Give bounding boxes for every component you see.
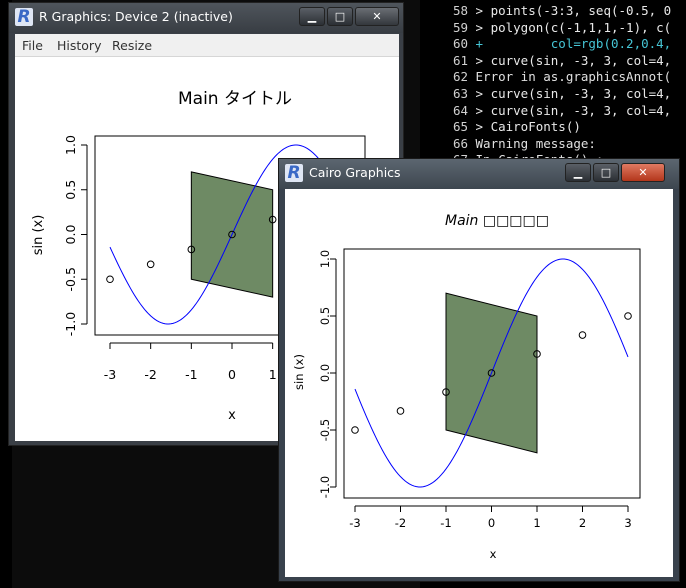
console-line: 62 Error in as.graphicsAnnot(	[420, 69, 686, 85]
r-logo-icon: R	[15, 8, 33, 26]
x-tick-label: 3	[624, 516, 631, 530]
console-line: 65 > CairoFonts()	[420, 119, 686, 135]
maximize-icon: □	[600, 166, 612, 179]
y-tick-label: 0.0	[63, 225, 78, 245]
x-tick-label: -3	[349, 516, 360, 530]
line-number: 60	[452, 36, 468, 52]
sin-curve	[354, 258, 629, 488]
minimize-button[interactable]: ▁	[299, 7, 325, 26]
line-number: 58	[452, 3, 468, 18]
window-titlebar[interactable]: R R Graphics: Device 2 (inactive) ▁ □ ✕	[9, 3, 403, 33]
close-button[interactable]: ✕	[621, 163, 665, 182]
window-title: Cairo Graphics	[309, 165, 401, 180]
chart-title: Main □□□□□	[445, 213, 549, 229]
y-tick-label: -1.0	[63, 312, 78, 336]
console-line: 64 > curve(sin, -3, 3, col=4,	[420, 103, 686, 119]
sin-chart-2: -3 -2 -1 0 1 2 3 -1.0 -0.5 0.0 0.5 1.0 Main □□□□□ x si…	[292, 213, 641, 561]
line-number: 61	[452, 52, 468, 68]
maximize-icon: □	[334, 10, 346, 23]
data-point	[396, 407, 405, 415]
y-tick-label: 0.0	[318, 364, 332, 382]
x-tick-label: -1	[185, 367, 197, 382]
y-axis-label: sin (x)	[292, 354, 306, 390]
x-tick-label: 1	[533, 516, 540, 530]
data-point	[351, 426, 359, 434]
y-tick-label: -0.5	[63, 267, 78, 291]
y-tick-label: 0.5	[63, 180, 78, 200]
data-point	[146, 260, 155, 269]
y-tick-label: 1.0	[318, 250, 332, 268]
window-titlebar[interactable]: R Cairo Graphics ▁ □ ✕	[279, 159, 679, 189]
y-tick-label: 1.0	[63, 135, 78, 155]
r-logo-icon: R	[285, 164, 303, 182]
line-number: 65	[452, 119, 468, 135]
x-tick-label: -1	[440, 516, 451, 530]
console-text: > curve(sin, -3, 3, col=4,	[468, 102, 672, 118]
console-line: 60 + col=rgb(0.2,0.4,	[420, 36, 686, 52]
x-axis-label: x	[490, 547, 497, 561]
data-point	[624, 312, 632, 320]
y-tick-label: -1.0	[318, 476, 332, 498]
console-text: + col=rgb(0.2,0.4,	[468, 36, 672, 52]
console-line: 66 Warning message:	[420, 136, 686, 152]
console-line: 63 > curve(sin, -3, 3, col=4,	[420, 86, 686, 102]
console-text: > curve(sin, -3, 3, col=4,	[468, 86, 672, 101]
chart-title: Main タイトル	[178, 89, 292, 109]
y-tick-label: 0.5	[318, 307, 332, 325]
line-number: 64	[452, 102, 468, 118]
plot-area: -3 -2 -1 0 1 2 3 -1.0 -0.5 0.0 0.5 1.0 Main □□□□□ x si…	[285, 189, 673, 577]
close-button[interactable]: ✕	[355, 7, 399, 26]
x-tick-label: 1	[269, 367, 277, 382]
close-icon: ✕	[638, 166, 648, 179]
minimize-icon: ▁	[573, 166, 583, 179]
x-axis-label: x	[228, 408, 236, 423]
console-line: 58 > points(-3:3, seq(-0.5, 0	[420, 3, 686, 19]
data-point	[578, 331, 587, 339]
menu-file[interactable]: File	[22, 38, 43, 53]
maximize-button[interactable]: □	[327, 7, 353, 26]
menu-bar: File History Resize	[15, 34, 399, 57]
x-tick-label: -3	[104, 367, 116, 382]
console-line: 59 > polygon(c(-1,1,1,-1), c(	[420, 20, 686, 36]
y-axis-label: sin (x)	[31, 215, 46, 256]
cairo-graphics-window[interactable]: R Cairo Graphics ▁ □ ✕ -3 -2 -1 0 1 2 3 -1.0 -0.…	[278, 158, 680, 582]
y-tick-label: -0.5	[318, 419, 332, 441]
maximize-button[interactable]: □	[593, 163, 619, 182]
x-tick-label: -2	[395, 516, 406, 530]
console-text: Error in as.graphicsAnnot(	[468, 69, 672, 85]
console-text: > polygon(c(-1,1,1,-1), c(	[468, 19, 672, 35]
line-number: 59	[452, 19, 468, 35]
console-text: > curve(sin, -3, 3, col=4,	[468, 52, 672, 68]
console-text: Warning message:	[468, 135, 596, 151]
minimize-icon: ▁	[307, 10, 317, 23]
x-tick-label: 0	[488, 516, 495, 530]
x-tick-label: -2	[144, 367, 156, 382]
close-icon: ✕	[372, 10, 382, 23]
data-point	[106, 275, 114, 284]
window-title: R Graphics: Device 2 (inactive)	[39, 9, 233, 24]
line-number: 63	[452, 86, 468, 101]
line-number: 62	[452, 69, 468, 85]
menu-history[interactable]: History	[57, 38, 101, 53]
console-line: 61 > curve(sin, -3, 3, col=4,	[420, 53, 686, 69]
line-number: 66	[452, 135, 468, 151]
x-tick-label: 2	[579, 516, 586, 530]
minimize-button[interactable]: ▁	[565, 163, 591, 182]
console-text: > CairoFonts()	[468, 119, 581, 135]
console-text: > points(-3:3, seq(-0.5, 0	[468, 3, 672, 18]
menu-resize[interactable]: Resize	[112, 38, 152, 53]
x-tick-label: 0	[228, 367, 236, 382]
